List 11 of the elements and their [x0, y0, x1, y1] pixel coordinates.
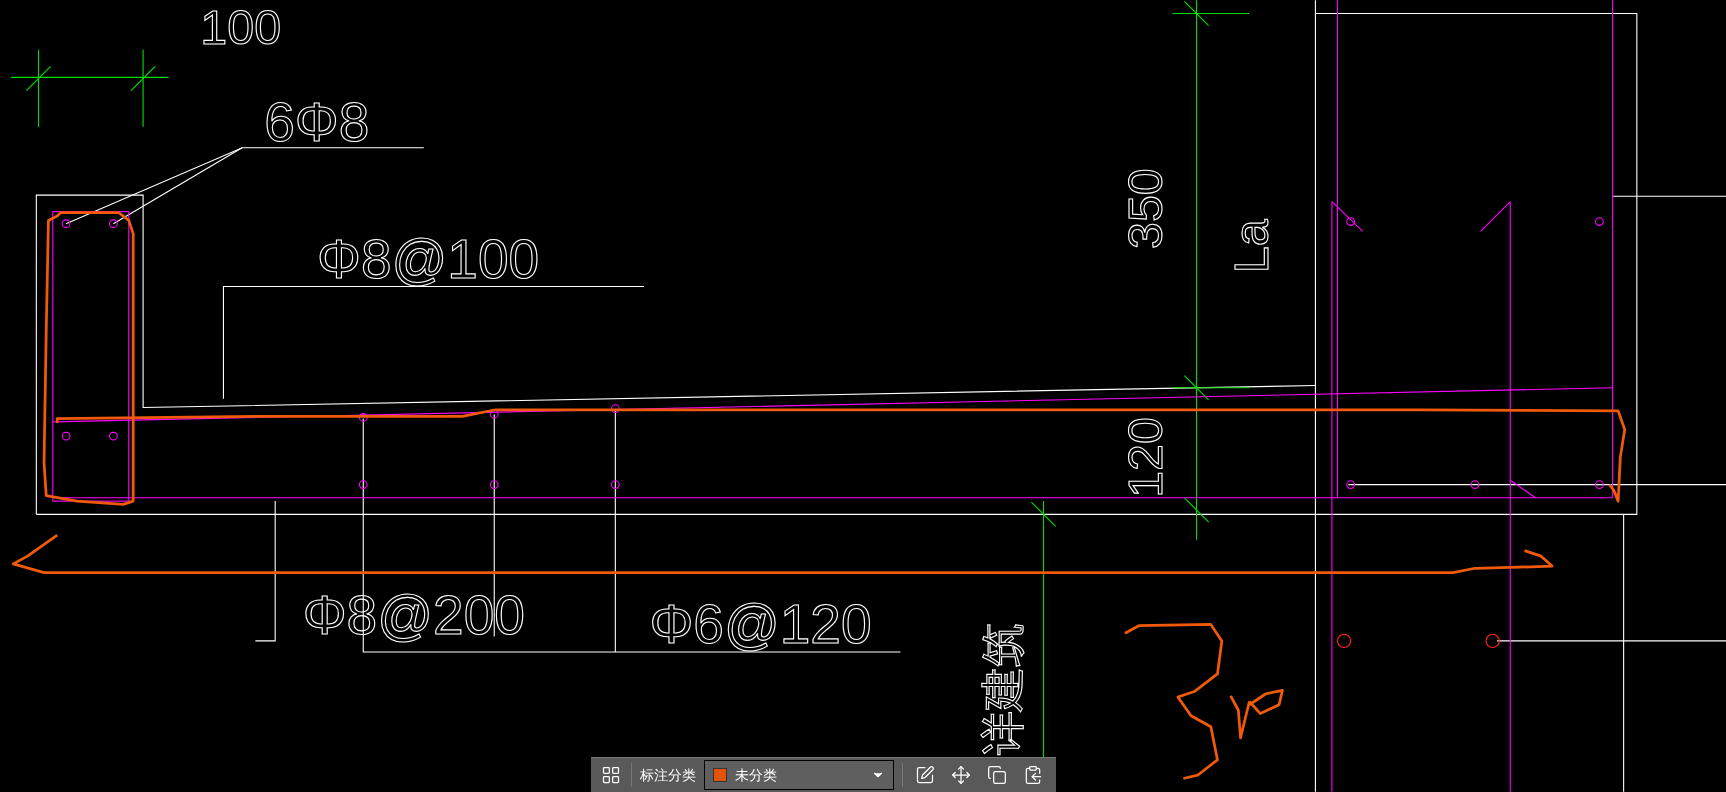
- dimension-label: 350: [1118, 168, 1173, 250]
- rebar-label: Φ6@120: [649, 593, 872, 656]
- freehand-scribble: [1229, 689, 1284, 740]
- note-label: 详建筑: [978, 623, 1028, 756]
- dimension-label: 100: [200, 0, 282, 55]
- category-label: 标注分类: [640, 765, 696, 785]
- dimension-label: 120: [1118, 417, 1173, 498]
- rebar-label: 6Φ8: [264, 91, 370, 154]
- category-dropdown[interactable]: 未分类: [704, 760, 894, 790]
- rebar-label: Φ8@100: [317, 227, 540, 290]
- dimension-label: La: [1224, 219, 1279, 274]
